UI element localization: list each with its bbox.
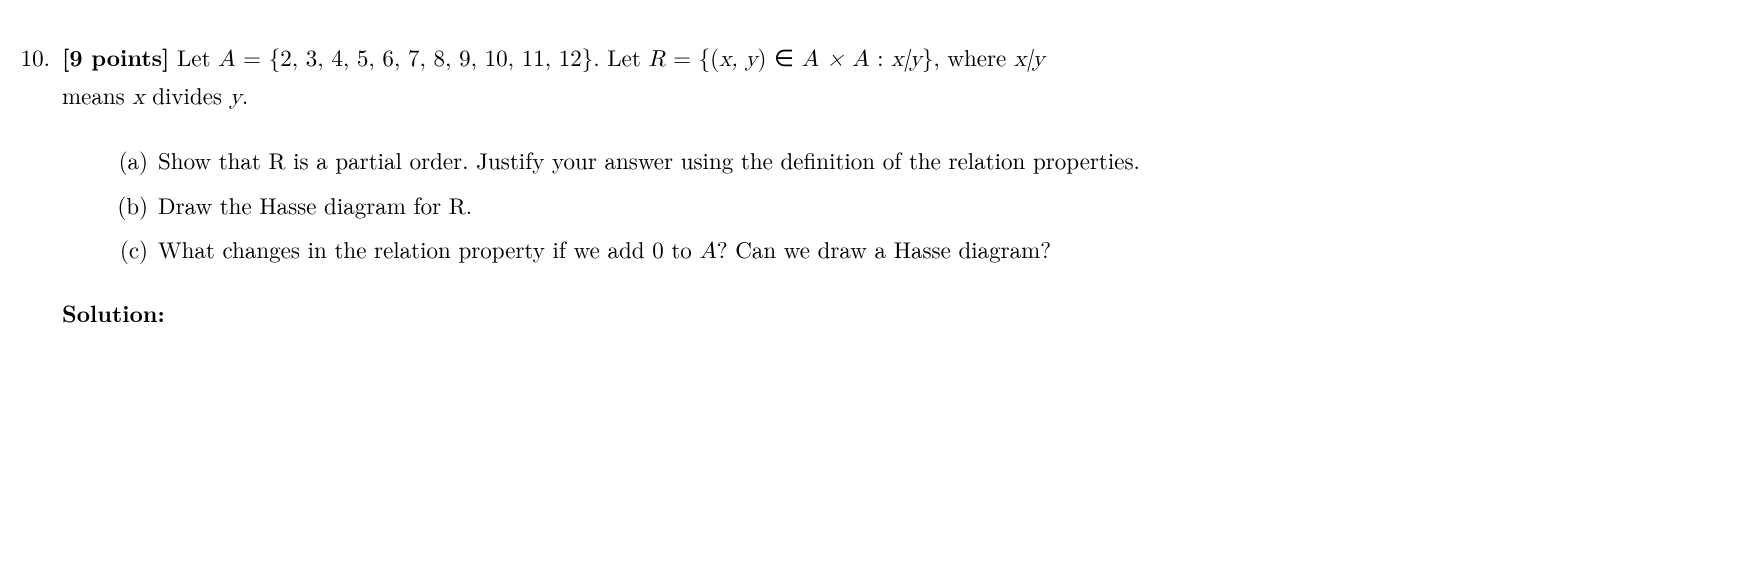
- divides-text: divides: [145, 78, 230, 111]
- points-label: [9 points]: [62, 40, 169, 73]
- subpart-c-text: What changes in the relation property if…: [158, 232, 1678, 270]
- equals-1: =: [236, 40, 269, 73]
- means-text: means: [62, 78, 132, 111]
- solution-heading: Solution:: [62, 296, 1678, 331]
- set-R-close: }: [922, 40, 934, 73]
- subpart-c: (c) What changes in the relation propert…: [108, 232, 1678, 270]
- problem-number: 10.: [0, 40, 62, 75]
- period-let: . Let: [593, 40, 648, 73]
- var-A: A: [218, 48, 235, 71]
- subparts-list: (a) Show that R is a partial order. Just…: [62, 143, 1678, 270]
- set-R-mid: ) ∈: [757, 40, 801, 73]
- set-A-value: {2, 3, 4, 5, 6, 7, 8, 9, 10, 11, 12}: [269, 40, 594, 73]
- set-R-open: {(: [699, 40, 719, 73]
- subpart-c-text-1: What changes in the relation property if…: [158, 232, 699, 265]
- subpart-a-text: Show that R is a partial order. Justify …: [158, 143, 1678, 178]
- text-let: Let: [169, 40, 218, 73]
- xdivy-2: x|y: [1014, 48, 1045, 71]
- equals-2: =: [665, 40, 698, 73]
- xy-pair: x, y: [719, 48, 757, 71]
- statement-period: .: [242, 78, 248, 111]
- subpart-b-label: (b): [108, 188, 158, 223]
- where-text: , where: [933, 40, 1014, 73]
- subpart-c-label: (c): [108, 232, 158, 267]
- var-R: R: [649, 48, 666, 71]
- var-x: x: [132, 86, 144, 109]
- subpart-b-text: Draw the Hasse diagram for R.: [158, 188, 1678, 223]
- subpart-b: (b) Draw the Hasse diagram for R.: [108, 188, 1678, 223]
- subpart-a-label: (a): [108, 143, 158, 178]
- colon: :: [869, 40, 891, 73]
- problem-body: [9 points] Let A = {2, 3, 4, 5, 6, 7, 8,…: [62, 40, 1718, 330]
- subpart-c-text-2: ? Can we draw a Hasse diagram?: [717, 232, 1051, 265]
- problem-block: 10. [9 points] Let A = {2, 3, 4, 5, 6, 7…: [0, 40, 1718, 330]
- subpart-a: (a) Show that R is a partial order. Just…: [108, 143, 1678, 178]
- xdivy: x|y: [891, 48, 922, 71]
- var-A-c: A: [699, 240, 716, 263]
- problem-statement: [9 points] Let A = {2, 3, 4, 5, 6, 7, 8,…: [62, 40, 1678, 115]
- AxA: A × A: [802, 48, 870, 71]
- var-y: y: [230, 86, 242, 109]
